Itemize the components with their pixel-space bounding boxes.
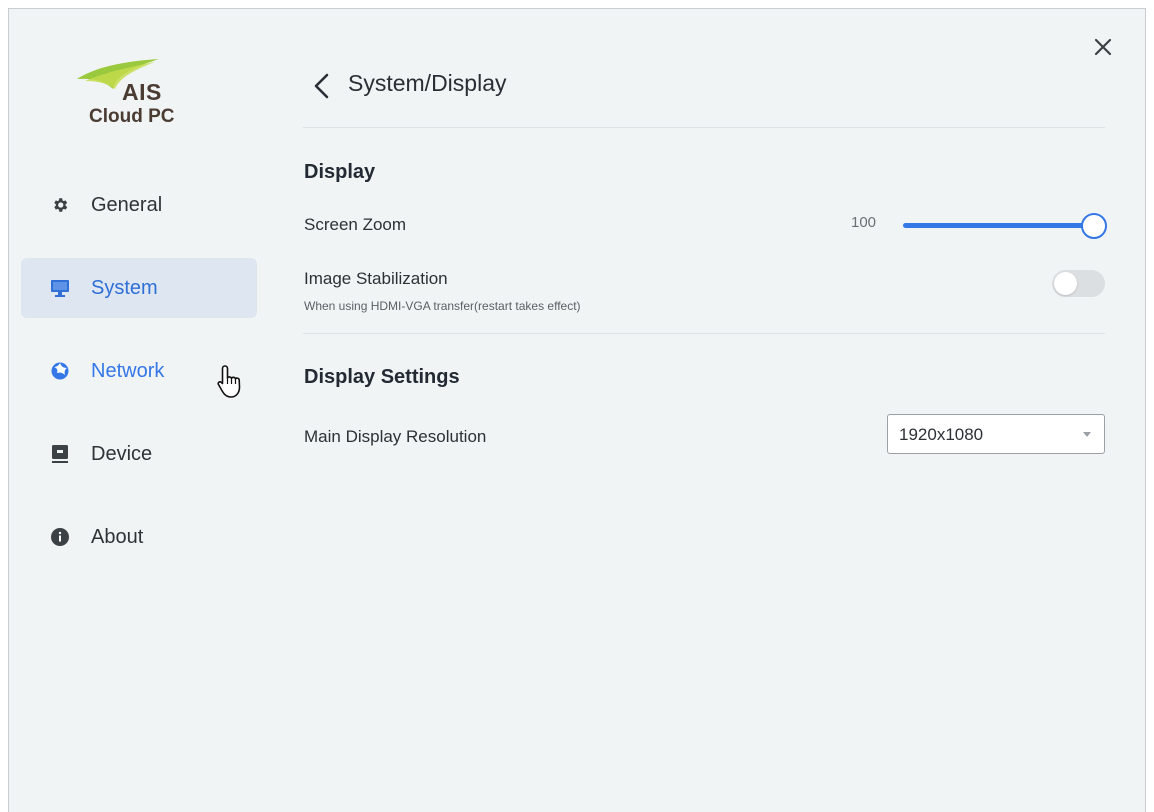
section-divider	[303, 333, 1105, 334]
info-icon	[51, 528, 69, 546]
settings-window: AIS Cloud PC General System Network Devi…	[8, 8, 1146, 812]
ais-cloud-pc-logo: AIS Cloud PC	[75, 57, 175, 137]
logo-brand-text: AIS	[122, 79, 162, 105]
header-divider	[303, 127, 1105, 128]
screen-zoom-value: 100	[851, 214, 877, 231]
sidebar-item-about[interactable]: About	[21, 507, 257, 567]
display-settings-section-title: Display Settings	[304, 366, 460, 388]
page-title: System/Display	[348, 70, 507, 96]
sidebar-item-system[interactable]: System	[21, 258, 257, 318]
close-button[interactable]	[1092, 36, 1114, 58]
image-stabilization-description: When using HDMI-VGA transfer(restart tak…	[304, 299, 581, 313]
device-icon	[51, 445, 69, 463]
sidebar-item-device[interactable]: Device	[21, 424, 257, 484]
main-display-resolution-label: Main Display Resolution	[304, 427, 487, 446]
sidebar-item-label: System	[91, 276, 158, 299]
sidebar-item-label: Device	[91, 442, 153, 465]
gear-icon	[51, 196, 69, 214]
sidebar-item-label: General	[91, 193, 163, 216]
back-button[interactable]	[311, 72, 333, 100]
logo-product-text: Cloud PC	[89, 106, 175, 127]
display-section-title: Display	[304, 161, 376, 183]
resolution-selected-value: 1920x1080	[899, 425, 984, 444]
toggle-knob	[1054, 272, 1077, 295]
monitor-icon	[51, 279, 69, 297]
slider-track	[903, 223, 1087, 228]
sidebar-item-label: Network	[91, 359, 165, 382]
screen-zoom-slider[interactable]	[903, 211, 1113, 239]
caret-down-icon	[1083, 432, 1091, 437]
image-stabilization-toggle[interactable]	[1052, 270, 1105, 297]
hand-pointer-cursor-icon	[217, 365, 241, 398]
sidebar-item-label: About	[91, 525, 144, 548]
screen-zoom-label: Screen Zoom	[304, 215, 407, 234]
resolution-select[interactable]: 1920x1080	[887, 414, 1105, 454]
slider-thumb[interactable]	[1081, 213, 1107, 239]
globe-icon	[51, 362, 69, 380]
image-stabilization-label: Image Stabilization	[304, 269, 448, 288]
close-icon	[1094, 38, 1112, 56]
sidebar-item-general[interactable]: General	[21, 175, 257, 235]
chevron-left-icon	[314, 73, 329, 99]
